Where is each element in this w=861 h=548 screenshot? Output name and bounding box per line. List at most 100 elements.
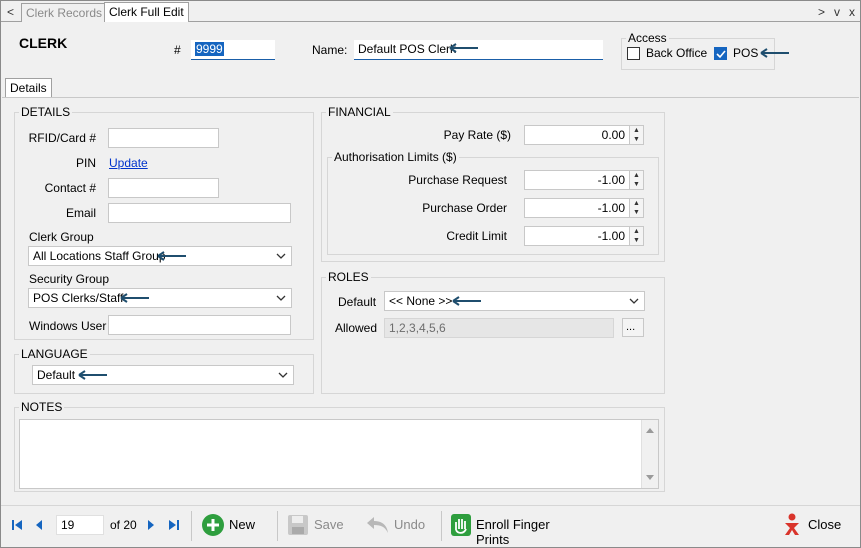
tab-close-button[interactable]: x bbox=[849, 5, 855, 19]
checkmark-icon bbox=[716, 50, 726, 59]
tab-divider bbox=[2, 97, 859, 98]
tab-details[interactable]: Details bbox=[5, 78, 52, 98]
credit-limit-value: -1.00 bbox=[597, 229, 625, 243]
purchase-request-input[interactable]: -1.00 ▲ ▼ bbox=[524, 170, 644, 190]
back-office-checkbox[interactable] bbox=[627, 47, 640, 60]
exit-person-icon bbox=[785, 513, 799, 535]
tab-list-dropdown[interactable]: v bbox=[834, 5, 840, 19]
record-count-label: of 20 bbox=[110, 518, 137, 532]
credit-limit-label: Credit Limit bbox=[446, 229, 507, 243]
notes-textarea[interactable] bbox=[19, 419, 659, 489]
tab-scroll-left[interactable]: < bbox=[7, 5, 14, 19]
credit-limit-spinner[interactable]: ▲ ▼ bbox=[629, 227, 643, 245]
language-value: Default bbox=[37, 368, 76, 382]
windows-user-label: Windows User bbox=[29, 319, 107, 333]
purchase-request-spinner[interactable]: ▲ ▼ bbox=[629, 171, 643, 189]
tab-clerk-full-edit[interactable]: Clerk Full Edit bbox=[104, 2, 189, 23]
annotation-arrow-icon bbox=[449, 43, 478, 53]
roles-default-value: << None >> bbox=[389, 294, 453, 308]
roles-browse-button[interactable]: ... bbox=[622, 318, 644, 337]
undo-button-label: Undo bbox=[394, 517, 426, 532]
chevron-down-icon bbox=[276, 253, 286, 259]
notes-title: NOTES bbox=[19, 400, 65, 414]
details-title: DETAILS bbox=[19, 105, 73, 119]
purchase-request-value: -1.00 bbox=[597, 173, 625, 187]
tab-strip: < Clerk Records Clerk Full Edit > v x bbox=[1, 1, 860, 23]
pay-rate-spinner[interactable]: ▲ ▼ bbox=[629, 126, 643, 144]
number-label: # bbox=[174, 43, 181, 57]
roles-title: ROLES bbox=[326, 270, 371, 284]
language-select[interactable]: Default bbox=[32, 365, 294, 385]
bottom-toolbar: 19 of 20 New Save Undo Enroll Finger Pri… bbox=[1, 505, 860, 547]
save-button[interactable]: Save bbox=[287, 513, 347, 539]
security-group-select[interactable]: POS Clerks/Staff bbox=[28, 288, 292, 308]
toolbar-separator bbox=[277, 511, 278, 541]
roles-allowed-input: 1,2,3,4,5,6 bbox=[384, 318, 614, 338]
purchase-order-input[interactable]: -1.00 ▲ ▼ bbox=[524, 198, 644, 218]
save-disk-icon bbox=[288, 515, 308, 535]
enroll-finger-prints-button[interactable]: Enroll Finger Prints bbox=[451, 513, 581, 547]
email-input[interactable] bbox=[108, 203, 291, 223]
back-office-label: Back Office bbox=[646, 46, 708, 60]
record-number-input[interactable]: 19 bbox=[56, 515, 104, 535]
hand-icon bbox=[451, 514, 471, 536]
undo-button[interactable]: Undo bbox=[365, 513, 429, 539]
page-title: CLERK bbox=[19, 35, 68, 51]
next-record-icon[interactable] bbox=[146, 519, 156, 531]
last-record-icon[interactable] bbox=[168, 519, 180, 531]
rfid-label: RFID/Card # bbox=[28, 131, 96, 145]
annotation-arrow-icon bbox=[120, 293, 149, 303]
contact-label: Contact # bbox=[44, 181, 96, 195]
undo-icon bbox=[367, 517, 388, 533]
content-area: CLERK # 9999 Name: Default POS Clerk Acc… bbox=[1, 22, 860, 505]
pin-update-link[interactable]: Update bbox=[109, 156, 148, 170]
pay-rate-input[interactable]: 0.00 ▲ ▼ bbox=[524, 125, 644, 145]
clerk-number-value: 9999 bbox=[195, 42, 224, 56]
clerk-number-input[interactable]: 9999 bbox=[191, 40, 275, 60]
purchase-order-label: Purchase Order bbox=[422, 201, 507, 215]
scroll-up-icon[interactable] bbox=[645, 426, 655, 434]
previous-record-icon[interactable] bbox=[34, 519, 44, 531]
tab-clerk-records[interactable]: Clerk Records bbox=[21, 3, 108, 22]
chevron-down-icon bbox=[629, 298, 639, 304]
rfid-input[interactable] bbox=[108, 128, 219, 148]
contact-input[interactable] bbox=[108, 178, 219, 198]
financial-title: FINANCIAL bbox=[326, 105, 393, 119]
auth-limits-title: Authorisation Limits ($) bbox=[332, 150, 459, 164]
add-icon bbox=[202, 514, 224, 536]
close-button-label: Close bbox=[808, 517, 842, 532]
email-label: Email bbox=[65, 206, 96, 220]
roles-default-select[interactable]: << None >> bbox=[384, 291, 645, 311]
security-group-value: POS Clerks/Staff bbox=[33, 291, 124, 305]
purchase-order-spinner[interactable]: ▲ ▼ bbox=[629, 199, 643, 217]
toolbar-divider bbox=[1, 505, 860, 506]
new-button-label: New bbox=[229, 517, 256, 532]
tab-scroll-right[interactable]: > bbox=[818, 5, 825, 19]
first-record-icon[interactable] bbox=[11, 519, 23, 531]
scroll-down-icon[interactable] bbox=[645, 474, 655, 482]
pay-rate-label: Pay Rate ($) bbox=[443, 128, 511, 142]
access-group: Access Back Office POS bbox=[621, 31, 775, 70]
security-group-label: Security Group bbox=[29, 272, 110, 286]
close-button[interactable]: Close bbox=[781, 513, 841, 539]
save-button-label: Save bbox=[314, 517, 344, 532]
toolbar-separator bbox=[191, 511, 192, 541]
access-title: Access bbox=[626, 31, 669, 45]
clerk-group-label: Clerk Group bbox=[29, 230, 94, 244]
annotation-arrow-icon bbox=[157, 251, 186, 261]
credit-limit-input[interactable]: -1.00 ▲ ▼ bbox=[524, 226, 644, 246]
windows-user-input[interactable] bbox=[108, 315, 291, 335]
pos-checkbox[interactable] bbox=[714, 47, 727, 60]
enroll-button-label: Enroll Finger Prints bbox=[476, 517, 550, 547]
annotation-arrow-icon bbox=[78, 370, 107, 380]
pin-label: PIN bbox=[75, 156, 96, 170]
name-label: Name: bbox=[312, 43, 348, 57]
toolbar-separator bbox=[441, 511, 442, 541]
chevron-down-icon bbox=[276, 295, 286, 301]
pos-label: POS bbox=[733, 46, 759, 60]
language-title: LANGUAGE bbox=[19, 347, 90, 361]
notes-scrollbar[interactable] bbox=[641, 420, 658, 488]
chevron-down-icon bbox=[278, 372, 288, 378]
new-button[interactable]: New bbox=[201, 513, 261, 539]
clerk-group-value: All Locations Staff Group bbox=[33, 249, 166, 263]
